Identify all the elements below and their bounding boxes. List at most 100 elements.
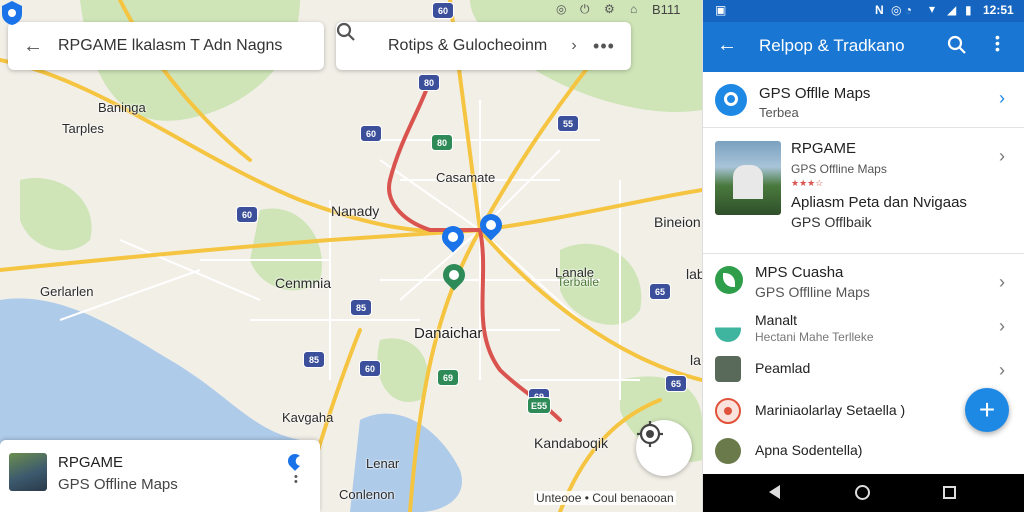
more-options-icon[interactable]: ••• — [584, 36, 624, 57]
list-item[interactable]: Apna Sodentella) — [703, 432, 1024, 472]
battery-icon: ▮ — [965, 3, 972, 17]
back-arrow-icon[interactable]: ← — [717, 34, 737, 57]
signal-icon: ◢ — [947, 3, 957, 17]
featured-list-item[interactable]: RPGAME GPS Offline Maps ★★★☆ Apliasm Pet… — [703, 128, 1024, 254]
place-card-title: RPGAME — [58, 454, 124, 471]
list-item[interactable]: MPS Cuasha GPS Offlline Maps › — [703, 258, 1024, 306]
list-item-title: Apna Sodentella) — [755, 442, 863, 458]
place-label: Kavgaha — [282, 410, 334, 425]
app-notification-icon: ▣ — [715, 3, 727, 17]
route-search-bar[interactable]: Rotips & Gulocheoinm › ••• — [336, 22, 631, 70]
app-bar-title: Relpop & Tradkano — [759, 36, 905, 55]
more-vert-icon[interactable]: • • — [294, 472, 298, 488]
list-item-subtitle: GPS Offlline Maps — [755, 284, 870, 300]
place-label: Lenar — [366, 456, 400, 471]
nfc-icon: N — [875, 3, 884, 17]
wifi-icon: ⌂ — [630, 2, 638, 16]
search-bar[interactable]: ← RPGAME lkalasm T Adn Nagns — [8, 22, 324, 70]
map-view[interactable]: Baninga Tarples Casamate Nanady Cenmnia … — [0, 0, 702, 512]
chevron-right-icon[interactable]: › — [999, 316, 1005, 337]
place-label: Casamate — [436, 170, 496, 185]
my-location-button[interactable] — [636, 420, 692, 476]
chevron-right-icon[interactable]: › — [999, 272, 1005, 293]
add-button[interactable]: + — [965, 388, 1009, 432]
place-thumbnail — [9, 453, 47, 491]
road-shield: 65 — [665, 375, 687, 392]
road-shield: 80 — [431, 134, 453, 151]
road-shield: 65 — [649, 283, 671, 300]
alarm-icon: ◎ ◔ — [891, 3, 913, 17]
road-shield: E55 — [527, 397, 552, 414]
plus-icon: + — [978, 394, 996, 425]
nav-home-icon[interactable] — [855, 485, 870, 500]
system-nav-bar — [703, 474, 1024, 512]
route-query[interactable]: Rotips & Gulocheoinm — [388, 37, 564, 55]
list-item-title: Peamlad — [755, 360, 811, 376]
place-label: Conlenon — [339, 487, 395, 502]
chevron-right-icon[interactable]: › — [999, 360, 1005, 381]
gps-app-icon — [715, 84, 747, 116]
list-item-title: MPS Cuasha — [755, 264, 844, 281]
road-shield: 60 — [236, 206, 258, 223]
road-shield: 69 — [437, 369, 459, 386]
search-query[interactable]: RPGAME lkalasm T Adn Nagns — [58, 37, 316, 55]
vibrate-icon: ⏻ — [580, 2, 590, 16]
app-screenshot-thumbnail — [715, 141, 781, 215]
list-item-title: Mariniaolarlay Setaella ) — [755, 402, 906, 418]
chevron-right-icon[interactable]: › — [999, 88, 1005, 109]
status-time: 12:51 — [983, 3, 1014, 17]
map-attribution[interactable]: Unteooe • Coul benaooan — [534, 491, 676, 505]
road-shield: 60 — [360, 125, 382, 142]
settings-icon: ⚙ — [604, 2, 615, 16]
rating-stars: ★★★☆ — [791, 178, 824, 188]
place-card[interactable]: RPGAME GPS Offline Maps — [0, 440, 320, 512]
record-icon — [715, 398, 741, 424]
status-bar: ▣ ◎ ⏻ ⚙ ⌂ B111 — [0, 0, 702, 20]
side-panel: ▣ N ◎ ◔ ▾ ◢ ▮ 12:51 ← Relpop & Tradkano … — [702, 0, 1024, 512]
place-label: Gerlarlen — [40, 284, 94, 299]
chevron-right-icon[interactable]: › — [564, 37, 584, 55]
place-label: Tarples — [62, 121, 104, 136]
chevron-right-icon[interactable]: › — [999, 146, 1005, 167]
my-location-icon — [637, 421, 663, 447]
list-item-subtitle: GPS Offline Maps — [791, 162, 887, 176]
place-label: Baninga — [98, 100, 146, 115]
road-shield: 55 — [557, 115, 579, 132]
list-item-subtitle: Terbea — [759, 105, 799, 120]
more-vert-icon[interactable]: • • • — [995, 30, 1000, 56]
place-label: la — [690, 352, 701, 368]
leaf-icon — [715, 266, 743, 294]
list-item-title: Manalt — [755, 312, 798, 328]
place-label: Kandaboqik — [534, 435, 608, 451]
place-label: Cenmnia — [275, 275, 332, 291]
status-time: B111 — [652, 2, 681, 17]
list-item-title: RPGAME — [791, 140, 857, 157]
road-shield: 85 — [303, 351, 325, 368]
landscape-icon — [715, 316, 741, 342]
place-label: Terbaile — [557, 275, 600, 289]
list-item[interactable]: GPS Offlle Maps Terbea › — [703, 72, 1024, 128]
list-item[interactable]: Peamlad › — [703, 350, 1024, 392]
search-icon[interactable] — [947, 35, 967, 60]
status-bar: ▣ N ◎ ◔ ▾ ◢ ▮ 12:51 — [703, 0, 1024, 22]
screen: Baninga Tarples Casamate Nanady Cenmnia … — [0, 0, 1024, 512]
list-item-subtitle: Hectani Mahe Terlleke — [755, 330, 874, 344]
list-item[interactable]: Manalt Hectani Mahe Terlleke › — [703, 306, 1024, 350]
list-item-title: GPS Offlle Maps — [759, 85, 871, 102]
shield-icon[interactable] — [0, 0, 24, 26]
place-label: Danaichar — [414, 325, 483, 342]
app-description-2: GPS Offlbaik — [791, 214, 872, 230]
road-shield: 80 — [418, 74, 440, 91]
building-icon — [715, 356, 741, 382]
place-label: lab — [686, 266, 702, 282]
nav-recents-icon[interactable] — [943, 486, 956, 499]
road-shield: 60 — [359, 360, 381, 377]
app-description: Apliasm Peta dan Nvigaas — [791, 194, 967, 211]
app-bar: ← Relpop & Tradkano • • • — [703, 22, 1024, 72]
alarm-icon: ◎ — [556, 2, 567, 16]
back-arrow-icon[interactable]: ← — [8, 35, 58, 58]
nav-back-icon[interactable] — [769, 485, 780, 499]
place-label: Bineion — [654, 214, 701, 230]
wifi-icon: ▾ — [929, 2, 936, 16]
tree-icon — [715, 438, 741, 464]
